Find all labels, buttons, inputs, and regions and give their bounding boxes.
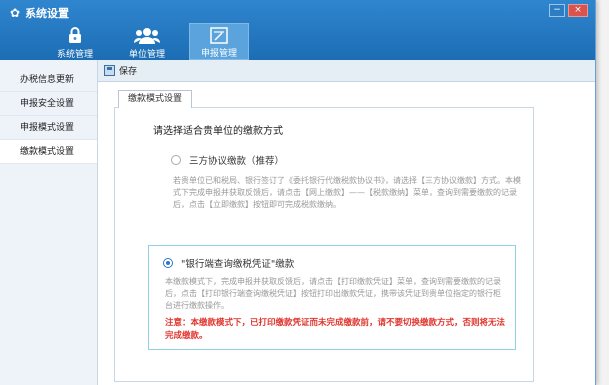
option-description: 若贵单位已和税局、银行签订了《委托银行代缴税款协议书》，请选择【三方协议缴款】方…	[173, 176, 521, 209]
tab-payment-mode-settings[interactable]: 缴款模式设置	[118, 90, 192, 108]
users-icon	[134, 25, 160, 45]
sidebar: 办税信息更新 申报安全设置 申报模式设置 缴款模式设置	[0, 60, 98, 385]
tab-label: 系统管理	[56, 50, 93, 60]
tab-unit-management[interactable]: 单位管理	[117, 23, 177, 60]
save-label: 保存	[119, 67, 138, 77]
lock-icon	[68, 25, 82, 45]
option-bank-query-radio[interactable]: "银行端查询缴税凭证"缴款	[163, 256, 505, 270]
option-title: 三方协议缴款（推荐）	[189, 156, 285, 167]
top-tabs: 系统管理 单位管理 申报管理	[45, 23, 249, 60]
save-button[interactable]: 保存	[104, 64, 137, 77]
option-tripartite: 三方协议缴款（推荐） 若贵单位已和税局、银行签订了《委托银行代缴税款协议书》，请…	[171, 153, 521, 211]
option-bank-query: "银行端查询缴税凭证"缴款 本缴款模式下，完成申报并获取反馈后，请点击【打印缴款…	[148, 245, 516, 350]
save-icon	[104, 65, 115, 76]
tab-label: 单位管理	[128, 50, 165, 60]
declare-icon	[210, 26, 228, 44]
option-title: "银行端查询缴税凭证"缴款	[181, 259, 295, 270]
window-controls: − ×	[549, 4, 588, 17]
sidebar-item-payment-mode[interactable]: 缴款模式设置	[0, 140, 97, 164]
window-title: ✿ 系统设置	[10, 5, 69, 21]
section-heading: 请选择适合贵单位的缴款方式	[153, 126, 283, 137]
window-title-text: 系统设置	[25, 7, 70, 20]
window-header: ✿ 系统设置 − × 系统管理 单位管理 申报管理	[0, 0, 595, 60]
sidebar-item-tax-info-update[interactable]: 办税信息更新	[0, 68, 97, 92]
sidebar-item-declare-mode[interactable]: 申报模式设置	[0, 116, 97, 140]
radio-checked-icon[interactable]	[163, 258, 173, 268]
option-tripartite-radio[interactable]: 三方协议缴款（推荐）	[171, 153, 521, 167]
main-content: 保存 缴款模式设置 请选择适合贵单位的缴款方式 三方协议缴款（推荐） 若贵单位已…	[98, 60, 595, 385]
tab-label: 申报管理	[200, 49, 237, 59]
settings-panel: 请选择适合贵单位的缴款方式 三方协议缴款（推荐） 若贵单位已和税局、银行签订了《…	[114, 107, 534, 382]
tab-system-management[interactable]: 系统管理	[45, 23, 105, 60]
toolbar: 保存	[98, 60, 595, 82]
radio-unchecked-icon[interactable]	[171, 155, 181, 165]
system-settings-window: ✿ 系统设置 − × 系统管理 单位管理 申报管理 办税信息更新 申报安全设置 …	[0, 0, 596, 385]
sidebar-item-declare-security[interactable]: 申报安全设置	[0, 92, 97, 116]
warning-text: 注意：本缴款模式下，已打印缴款凭证而未完成缴款前，请不要切换缴款方式，否则将无法…	[165, 318, 506, 341]
minimize-button[interactable]: −	[549, 4, 565, 17]
tab-declaration-management[interactable]: 申报管理	[189, 23, 249, 60]
close-button[interactable]: ×	[568, 4, 588, 17]
option-description: 本缴款模式下，完成申报并获取反馈后，请点击【打印缴款凭证】菜单，查询到需要缴款的…	[165, 277, 501, 310]
gear-icon: ✿	[10, 6, 21, 20]
